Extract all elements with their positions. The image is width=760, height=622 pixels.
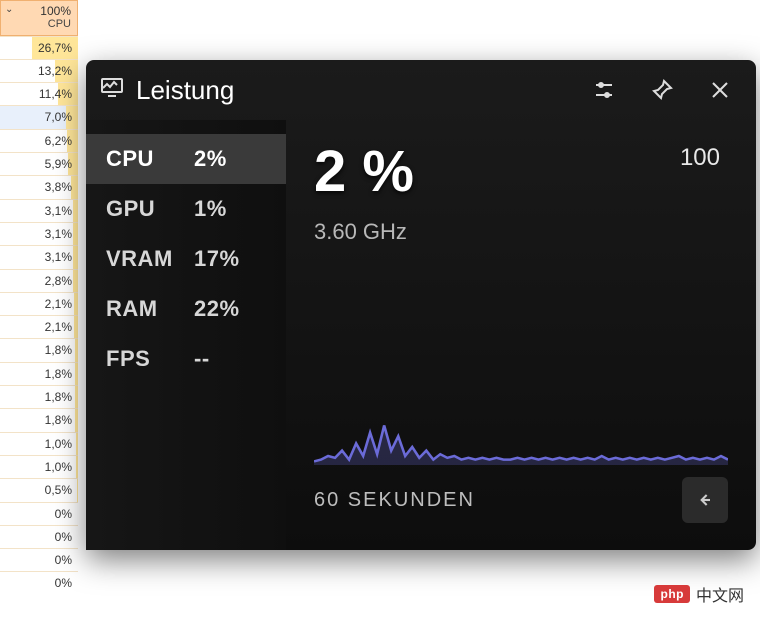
- watermark: php 中文网: [654, 582, 744, 606]
- metric-label: VRAM: [106, 246, 182, 272]
- cpu-row[interactable]: 0,5%: [0, 478, 78, 501]
- cpu-row-value: 2,8%: [45, 274, 72, 288]
- cpu-row-value: 1,0%: [45, 460, 72, 474]
- metric-value: --: [194, 346, 210, 372]
- cpu-row-value: 0%: [55, 507, 72, 521]
- cpu-row[interactable]: 3,1%: [0, 245, 78, 268]
- metric-value: 17%: [194, 246, 240, 272]
- chart-back-button[interactable]: [682, 477, 728, 523]
- cpu-row[interactable]: 7,0%: [0, 105, 78, 128]
- metric-value: 1%: [194, 196, 227, 222]
- cpu-row-value: 0%: [55, 530, 72, 544]
- overlay-title: Leistung: [136, 75, 234, 106]
- cpu-row-value: 26,7%: [38, 41, 72, 55]
- cpu-row[interactable]: 0%: [0, 525, 78, 548]
- cpu-row-value: 5,9%: [45, 157, 72, 171]
- metric-label: CPU: [106, 146, 182, 172]
- chevron-down-icon: ⌄: [5, 4, 13, 16]
- settings-button[interactable]: [582, 68, 626, 112]
- cpu-row-value: 3,8%: [45, 180, 72, 194]
- cpu-row[interactable]: 3,1%: [0, 199, 78, 222]
- cpu-row[interactable]: 26,7%: [0, 36, 78, 59]
- cpu-row-value: 1,0%: [45, 437, 72, 451]
- metric-item-ram[interactable]: RAM 22%: [86, 284, 286, 334]
- cpu-row[interactable]: 2,1%: [0, 315, 78, 338]
- cpu-row-value: 0%: [55, 576, 72, 590]
- cpu-row-value: 11,4%: [39, 87, 72, 101]
- cpu-column-header[interactable]: ⌄ 100% CPU: [0, 0, 78, 36]
- metric-label: GPU: [106, 196, 182, 222]
- metric-label: FPS: [106, 346, 182, 372]
- cpu-row[interactable]: 3,1%: [0, 222, 78, 245]
- metric-sidebar: CPU 2% GPU 1% VRAM 17% RAM 22% FPS --: [86, 120, 286, 550]
- cpu-row-value: 1,8%: [45, 413, 72, 427]
- cpu-row-value: 1,8%: [45, 343, 72, 357]
- usage-chart: [314, 285, 728, 465]
- watermark-text: 中文网: [696, 582, 744, 606]
- cpu-row[interactable]: 13,2%: [0, 59, 78, 82]
- cpu-row[interactable]: 0%: [0, 548, 78, 571]
- cpu-row-value: 1,8%: [45, 390, 72, 404]
- cpu-row-value: 3,1%: [45, 250, 72, 264]
- cpu-row-value: 2,1%: [45, 320, 72, 334]
- monitor-icon: [100, 75, 124, 106]
- metric-item-cpu[interactable]: CPU 2%: [86, 134, 286, 184]
- metric-label: RAM: [106, 296, 182, 322]
- overlay-header: Leistung: [86, 60, 756, 120]
- cpu-row[interactable]: 11,4%: [0, 82, 78, 105]
- cpu-row[interactable]: 5,9%: [0, 152, 78, 175]
- cpu-row[interactable]: 0%: [0, 502, 78, 525]
- cpu-row[interactable]: 3,8%: [0, 175, 78, 198]
- cpu-row-value: 7,0%: [45, 110, 72, 124]
- metric-value: 2%: [194, 146, 227, 172]
- cpu-row-value: 13,2%: [38, 64, 72, 78]
- metric-item-gpu[interactable]: GPU 1%: [86, 184, 286, 234]
- cpu-header-value: 100%: [40, 4, 71, 18]
- cpu-header-label: CPU: [5, 18, 71, 31]
- performance-overlay: Leistung CPU 2% GPU 1% VRAM 17% RAM 22% FPS -- 2 …: [86, 60, 756, 550]
- cpu-row-value: 6,2%: [45, 134, 72, 148]
- watermark-badge: php: [654, 585, 690, 603]
- cpu-row-value: 3,1%: [45, 204, 72, 218]
- cpu-row[interactable]: 2,1%: [0, 292, 78, 315]
- metric-value: 22%: [194, 296, 240, 322]
- cpu-usage-column: ⌄ 100% CPU 26,7% 13,2% 11,4% 7,0% 6,2% 5,9% 3,…: [0, 0, 78, 595]
- cpu-row-value: 3,1%: [45, 227, 72, 241]
- chart-x-label: 60 SEKUNDEN: [314, 489, 475, 512]
- pin-button[interactable]: [640, 68, 684, 112]
- cpu-row[interactable]: 1,0%: [0, 432, 78, 455]
- cpu-row[interactable]: 6,2%: [0, 129, 78, 152]
- chart-y-max: 100: [680, 144, 720, 172]
- metric-item-vram[interactable]: VRAM 17%: [86, 234, 286, 284]
- current-value: 2 %: [314, 138, 728, 205]
- metric-item-fps[interactable]: FPS --: [86, 334, 286, 384]
- close-button[interactable]: [698, 68, 742, 112]
- cpu-row-value: 2,1%: [45, 297, 72, 311]
- cpu-row[interactable]: 2,8%: [0, 269, 78, 292]
- metric-detail-panel: 2 % 100 3.60 GHz 60 SEKUNDEN: [286, 120, 756, 550]
- cpu-row[interactable]: 0%: [0, 571, 78, 594]
- cpu-row[interactable]: 1,0%: [0, 455, 78, 478]
- cpu-row-value: 1,8%: [45, 367, 72, 381]
- cpu-row[interactable]: 1,8%: [0, 408, 78, 431]
- cpu-row[interactable]: 1,8%: [0, 385, 78, 408]
- cpu-frequency: 3.60 GHz: [314, 219, 728, 245]
- cpu-row-value: 0,5%: [45, 483, 72, 497]
- cpu-row[interactable]: 1,8%: [0, 362, 78, 385]
- cpu-row[interactable]: 1,8%: [0, 338, 78, 361]
- cpu-row-value: 0%: [55, 553, 72, 567]
